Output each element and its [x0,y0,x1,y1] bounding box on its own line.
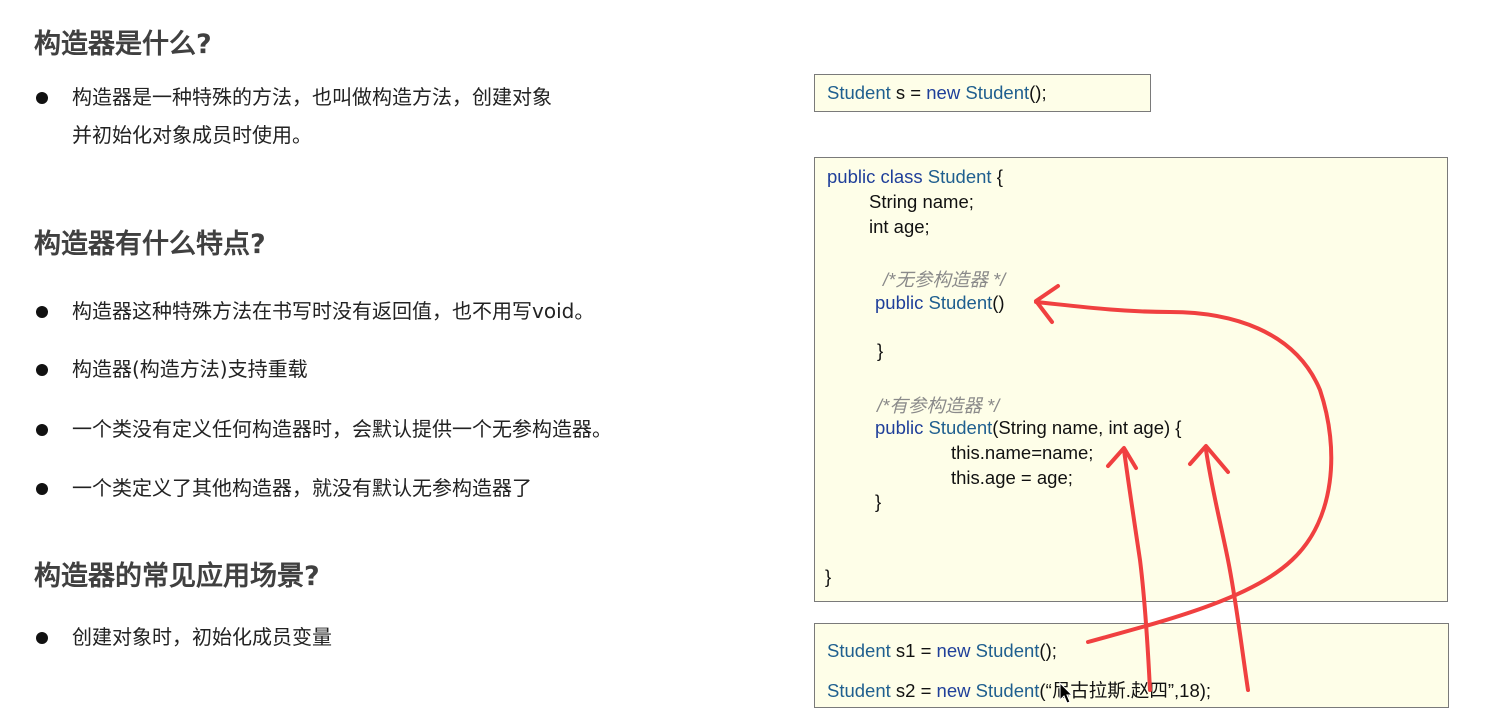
bullet-text: 构造器是一种特殊的方法，也叫做构造方法，创建对象 [72,85,552,109]
bullet-dot [36,632,48,644]
code-line: } [825,566,832,587]
bullet-definition: 构造器是一种特殊的方法，也叫做构造方法，创建对象 并初始化对象成员时使用。 [32,78,552,154]
bullet-text-continued: 并初始化对象成员时使用。 [72,123,312,147]
code-line: public class Student { [827,166,1003,188]
code-token: s1 = [890,640,937,661]
code-line: Student s = new Student(); [827,82,1047,104]
code-token: public class [827,166,923,187]
code-line: int age; [869,216,930,237]
code-token: new [936,640,971,661]
code-token: (); [1039,640,1057,661]
code-token: Student [927,166,992,187]
bullet-text: 一个类没有定义任何构造器时，会默认提供一个无参构造器。 [72,417,612,441]
code-token: s = [890,82,927,103]
code-line: this.age = age; [951,467,1073,488]
bullet-no-return: 构造器这种特殊方法在书写时没有返回值，也不用写void。 [32,292,594,330]
bullet-dot [36,424,48,436]
bullet-text: 构造器(构造方法)支持重载 [72,357,308,381]
heading-what-is-constructor: 构造器是什么? [34,29,212,60]
heading-constructor-features: 构造器有什么特点? [34,229,266,260]
bullet-no-default: 一个类定义了其他构造器，就没有默认无参构造器了 [32,469,532,507]
code-token: () [992,292,1005,313]
code-line: } [875,491,882,512]
code-box-class-definition: public class Student { String name; int … [814,157,1448,602]
code-token: { [991,166,1003,187]
code-line: String name; [869,191,974,212]
bullet-text: 构造器这种特殊方法在书写时没有返回值，也不用写void。 [72,299,595,323]
code-line: public Student() [875,292,1005,314]
bullet-dot [36,364,48,376]
code-token: s2 = [890,680,937,701]
code-token: Student [827,680,891,701]
bullet-text: 一个类定义了其他构造器，就没有默认无参构造器了 [72,476,532,500]
code-token: Student [928,417,993,438]
bullet-text: 创建对象时，初始化成员变量 [72,625,332,649]
code-token: new [936,680,971,701]
heading-use-cases: 构造器的常见应用场景? [34,561,320,592]
bullet-default-constructor: 一个类没有定义任何构造器时，会默认提供一个无参构造器。 [32,410,612,448]
code-box-create-object: Student s = new Student(); [814,74,1151,112]
code-token: Student [827,82,891,103]
code-token: (String name, int age) { [992,417,1182,438]
code-line: public Student(String name, int age) { [875,417,1181,439]
bullet-dot [36,306,48,318]
code-token: Student [827,640,891,661]
code-line: Student s1 = new Student(); [827,640,1057,662]
code-token: Student [975,680,1040,701]
code-comment: /*有参构造器 */ [877,395,1000,416]
bullet-dot [36,483,48,495]
code-line: Student s2 = new Student(“尼古拉斯.赵四”,18); [827,677,1211,703]
code-token: new [926,82,961,103]
code-token: (“尼古拉斯.赵四”,18); [1039,680,1212,701]
code-token: Student [965,82,1030,103]
code-token: public [875,292,924,313]
bullet-dot [36,92,48,104]
code-comment: /*无参构造器 */ [883,269,1006,290]
code-box-instantiation: Student s1 = new Student(); Student s2 =… [814,623,1449,708]
bullet-overload: 构造器(构造方法)支持重载 [32,350,308,388]
code-token: Student [928,292,993,313]
code-line: this.name=name; [951,442,1094,463]
bullet-init-members: 创建对象时，初始化成员变量 [32,618,332,656]
code-token: Student [975,640,1040,661]
code-line: } [877,340,884,361]
code-token: public [875,417,924,438]
code-token: (); [1029,82,1047,103]
